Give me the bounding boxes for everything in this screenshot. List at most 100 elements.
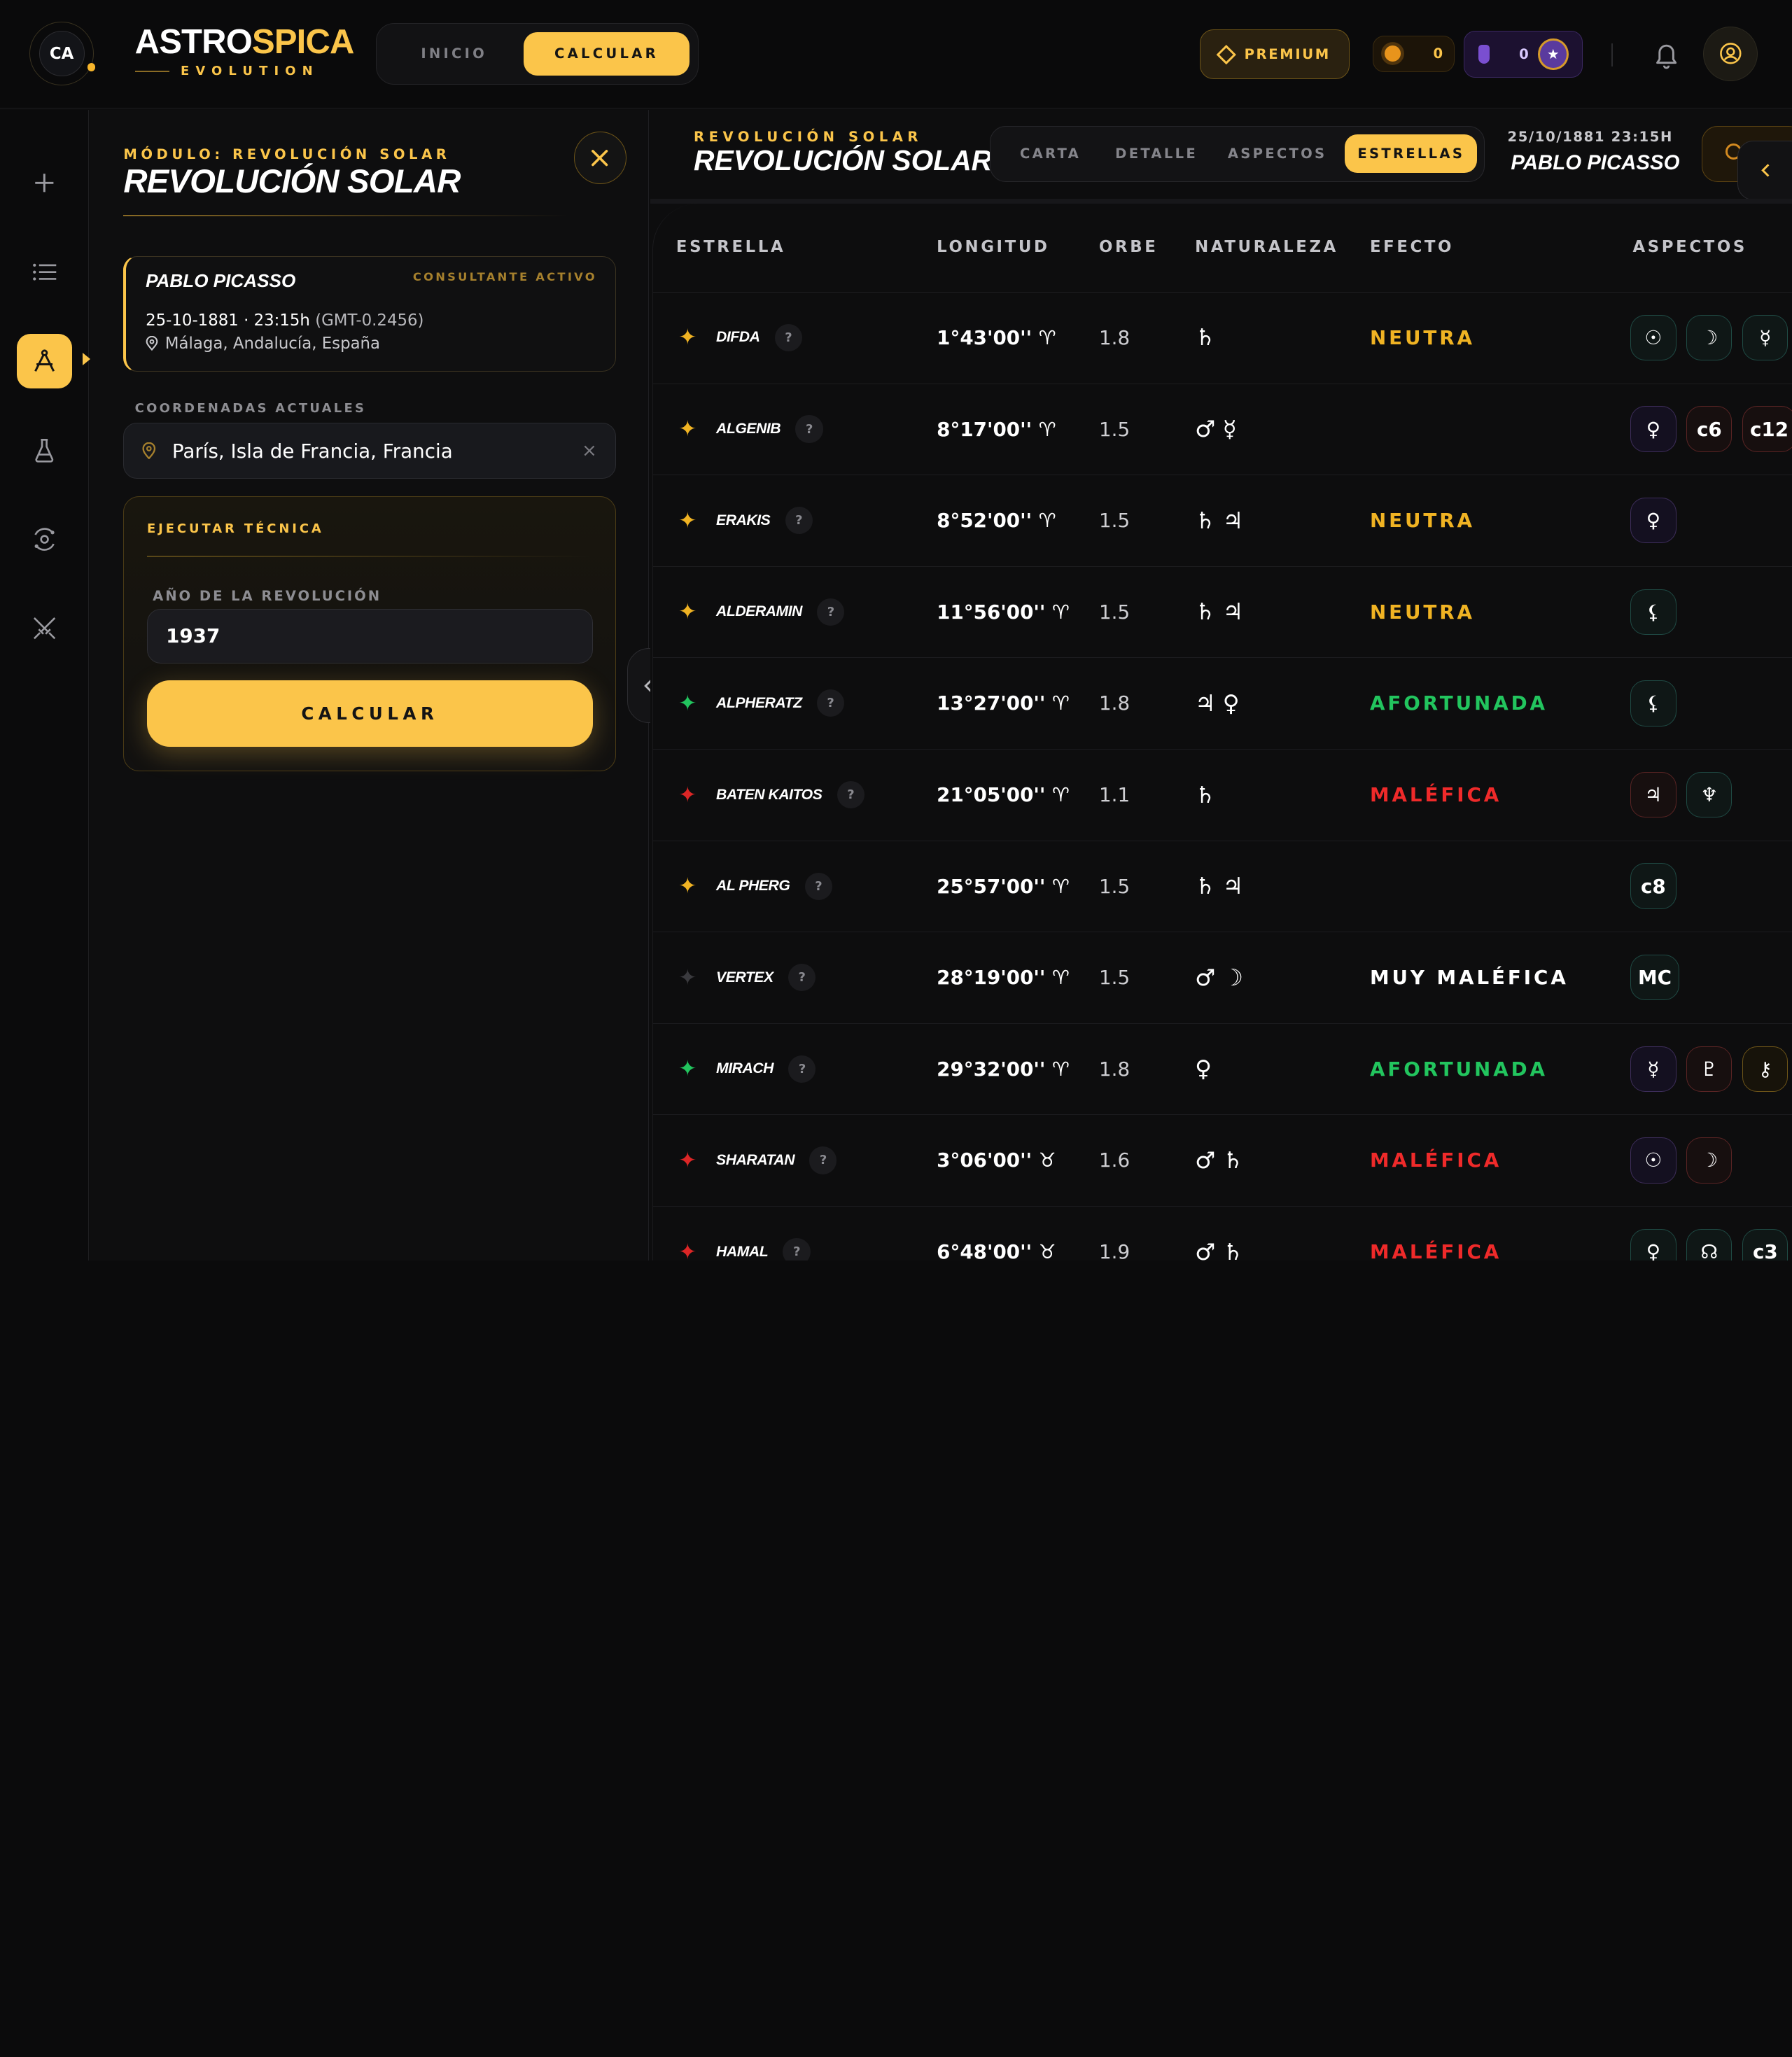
avatar[interactable]: CA xyxy=(38,31,85,77)
view-tabs: CARTA DETALLE ASPECTOS ESTRELLAS xyxy=(989,125,1485,182)
aspect-chip[interactable]: MC xyxy=(1630,955,1679,1001)
orb-cell: 1.8 xyxy=(1099,325,1130,349)
table-row[interactable]: ✦ ALDERAMIN? 11°56'00'' ♈︎ 1.5 ♄ ♃ NEUTRA ⚸ xyxy=(653,567,1792,659)
profile-button[interactable] xyxy=(1702,26,1758,81)
sun-credits[interactable]: 0 xyxy=(1372,35,1455,72)
help-icon[interactable]: ? xyxy=(816,689,844,717)
open-drawer-button[interactable] xyxy=(1737,140,1792,200)
aspects-cell: ♀ c6 c12 xyxy=(1630,384,1792,475)
help-icon[interactable]: ? xyxy=(788,1055,816,1083)
aspect-chip[interactable]: ⚸ xyxy=(1630,589,1676,635)
tab-carta[interactable]: CARTA xyxy=(997,134,1104,174)
help-icon[interactable]: ? xyxy=(785,507,813,535)
help-icon[interactable]: ? xyxy=(836,780,864,809)
effect-cell: MUY MALÉFICA xyxy=(1369,966,1569,990)
year-input[interactable]: 1937 xyxy=(146,608,593,664)
online-dot xyxy=(87,63,96,71)
help-icon[interactable]: ? xyxy=(795,415,823,443)
nav-inicio[interactable]: INICIO xyxy=(385,32,524,76)
aspect-chip[interactable]: c6 xyxy=(1686,406,1732,452)
star-icon: ✦ xyxy=(678,690,697,716)
effect-cell: MALÉFICA xyxy=(1369,783,1502,807)
aspect-chip[interactable]: ☿ xyxy=(1630,1046,1676,1092)
table-row[interactable]: ✦ ALPHERATZ? 13°27'00'' ♈︎ 1.8 ♃ ♀ AFORTUNADA… xyxy=(653,658,1792,750)
table-row[interactable]: ✦ ERAKIS? 8°52'00'' ♈︎ 1.5 ♄ ♃ NEUTRA ♀ xyxy=(653,475,1792,567)
flask-icon[interactable] xyxy=(17,423,71,477)
longitude-cell: 25°57'00'' ♈︎ xyxy=(937,874,1070,898)
aspect-chip[interactable]: ☽ xyxy=(1686,1137,1732,1184)
help-icon[interactable]: ? xyxy=(817,598,845,626)
table-row[interactable]: ✦ HAMAL? 6°48'00'' ♉︎ 1.9 ♂ ♄ MALÉFICA ♀ ☊ c3 xyxy=(653,1207,1792,1261)
aspect-chip[interactable]: ☊ xyxy=(1686,1228,1732,1261)
star-name[interactable]: ALDERAMIN xyxy=(716,603,802,620)
calculate-button[interactable]: CALCULAR xyxy=(146,680,593,747)
help-icon[interactable]: ? xyxy=(774,323,802,352)
star-name[interactable]: ERAKIS xyxy=(716,512,771,529)
aspect-chip[interactable]: ⚸ xyxy=(1630,680,1676,726)
star-icon: ✦ xyxy=(678,507,697,533)
help-icon[interactable]: ? xyxy=(809,1146,837,1174)
compass-icon[interactable] xyxy=(17,333,72,389)
star-name[interactable]: DIFDA xyxy=(716,329,760,346)
star-name-cell: ALGENIB? xyxy=(716,384,823,475)
aspect-chip[interactable]: ♀ xyxy=(1630,406,1676,452)
premium-button[interactable]: PREMIUM xyxy=(1200,29,1350,79)
star-name[interactable]: BATEN KAITOS xyxy=(716,787,822,803)
table-row[interactable]: ✦ VERTEX? 28°19'00'' ♈︎ 1.5 ♂ ☽ MUY MALÉFICA M… xyxy=(653,932,1792,1024)
clear-coords-icon[interactable]: × xyxy=(582,440,597,461)
bell-icon[interactable] xyxy=(1653,40,1680,69)
execute-technique-card: EJECUTAR TÉCNICA AÑO DE LA REVOLUCIÓN 19… xyxy=(123,496,616,772)
tab-estrellas[interactable]: ESTRELLAS xyxy=(1345,134,1478,174)
star-name[interactable]: SHARATAN xyxy=(716,1152,794,1169)
tab-detalle[interactable]: DETALLE xyxy=(1103,134,1210,174)
aspect-chip[interactable]: ☉ xyxy=(1630,1137,1676,1184)
location-pin-icon xyxy=(146,336,158,351)
orb-cell: 1.1 xyxy=(1099,783,1130,807)
aspect-chip[interactable]: ☉ xyxy=(1630,314,1676,361)
close-panel-button[interactable] xyxy=(573,131,626,184)
table-row[interactable]: ✦ DIFDA? 1°43'00'' ♈︎ 1.8 ♄ NEUTRA ☉ ☽ ☿ xyxy=(653,293,1792,384)
aspect-chip[interactable]: c8 xyxy=(1630,863,1676,909)
aspect-chip[interactable]: ♀ xyxy=(1630,1228,1676,1261)
star-name[interactable]: MIRACH xyxy=(716,1060,774,1077)
orb-cell: 1.9 xyxy=(1099,1240,1130,1261)
star-name[interactable]: ALGENIB xyxy=(716,421,781,437)
tab-aspectos[interactable]: ASPECTOS xyxy=(1210,134,1345,174)
aspect-chip[interactable]: ⚷ xyxy=(1742,1046,1788,1092)
help-icon[interactable]: ? xyxy=(804,872,832,900)
table-row[interactable]: ✦ MIRACH? 29°32'00'' ♈︎ 1.8 ♀ AFORTUNADA ☿ ♇ ⚷ xyxy=(653,1024,1792,1116)
potion-icon xyxy=(1478,45,1490,64)
effect-cell: NEUTRA xyxy=(1369,509,1475,533)
swords-icon[interactable] xyxy=(17,601,71,656)
chevron-left-icon xyxy=(1761,164,1770,177)
star-name[interactable]: VERTEX xyxy=(716,969,774,986)
star-badge-icon: ★ xyxy=(1537,38,1569,71)
table-row[interactable]: ✦ AL PHERG? 25°57'00'' ♈︎ 1.5 ♄ ♃ c8 xyxy=(653,841,1792,933)
aspect-chip[interactable]: ♇ xyxy=(1686,1046,1732,1092)
table-row[interactable]: ✦ SHARATAN? 3°06'00'' ♉︎ 1.6 ♂ ♄ MALÉFICA ☉ ☽ xyxy=(653,1116,1792,1207)
star-name[interactable]: AL PHERG xyxy=(716,878,790,894)
logo[interactable]: ASTROSPICA EVOLUTION xyxy=(134,23,354,78)
nav-calcular[interactable]: CALCULAR xyxy=(523,31,690,76)
help-icon[interactable]: ? xyxy=(783,1238,811,1261)
consultant-card[interactable]: PABLO PICASSO CONSULTANTE ACTIVO 25-10-1… xyxy=(123,255,616,372)
orbit-icon[interactable] xyxy=(17,512,71,566)
plus-icon[interactable] xyxy=(17,155,71,210)
table-row[interactable]: ✦ ALGENIB? 8°17'00'' ♈︎ 1.5 ♂ ☿ ♀ c6 c12 xyxy=(653,384,1792,476)
star-icon: ✦ xyxy=(678,599,697,625)
list-icon[interactable] xyxy=(17,244,71,299)
potion-credits[interactable]: 0 ★ xyxy=(1464,31,1583,78)
user-avatar-ring[interactable]: CA xyxy=(29,22,96,86)
help-icon[interactable]: ? xyxy=(788,964,816,992)
coords-input[interactable]: París, Isla de Francia, Francia × xyxy=(123,423,616,479)
star-name[interactable]: ALPHERATZ xyxy=(716,695,802,712)
aspect-chip[interactable]: ☽ xyxy=(1686,314,1732,361)
aspect-chip[interactable]: c12 xyxy=(1742,406,1792,452)
table-row[interactable]: ✦ BATEN KAITOS? 21°05'00'' ♈︎ 1.1 ♄ MALÉFICA ♃… xyxy=(653,750,1792,841)
aspect-chip[interactable]: ♃ xyxy=(1630,771,1676,818)
star-name[interactable]: HAMAL xyxy=(716,1244,769,1261)
aspect-chip[interactable]: ♀ xyxy=(1630,498,1676,544)
aspect-chip[interactable]: c3 xyxy=(1742,1228,1788,1261)
aspect-chip[interactable]: ♆ xyxy=(1686,771,1732,818)
aspect-chip[interactable]: ☿ xyxy=(1742,314,1788,361)
